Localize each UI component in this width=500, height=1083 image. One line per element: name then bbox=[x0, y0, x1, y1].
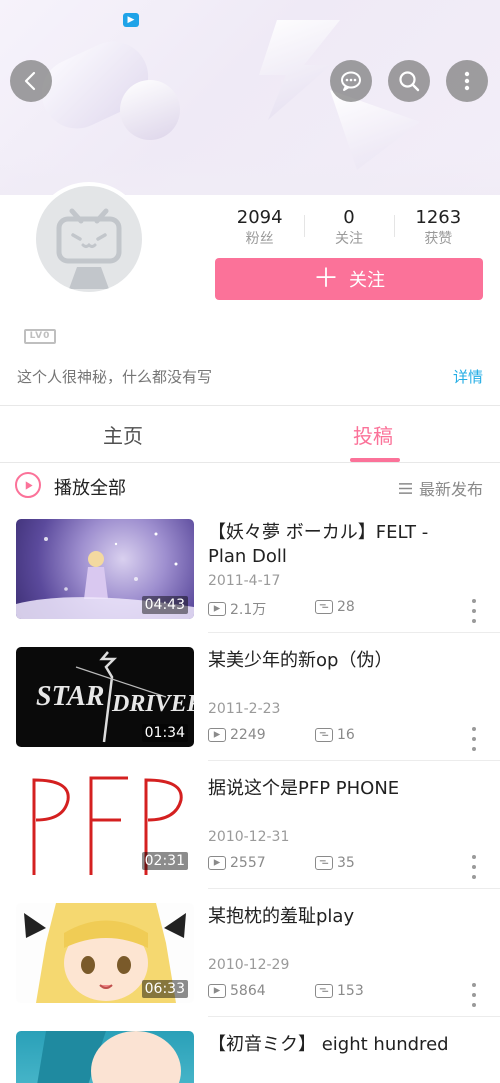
danmaku-count: 16 bbox=[337, 727, 355, 743]
video-thumbnail[interactable]: 04:43 bbox=[16, 519, 194, 619]
video-danmaku: 16 bbox=[315, 727, 355, 743]
danmaku-icon bbox=[315, 728, 333, 742]
video-thumbnail[interactable]: STAR DRIVER 01:34 bbox=[16, 647, 194, 747]
more-options-icon[interactable] bbox=[468, 855, 480, 879]
play-count: 2249 bbox=[230, 727, 266, 743]
video-thumbnail[interactable] bbox=[16, 1031, 194, 1083]
video-date: 2011-2-23 bbox=[208, 701, 281, 717]
danmaku-icon bbox=[315, 600, 333, 614]
danmaku-icon bbox=[315, 984, 333, 998]
video-title[interactable]: 某美少年的新op（伪） bbox=[208, 649, 470, 673]
signature-text: 这个人很神秘，什么都没有写 bbox=[17, 368, 213, 386]
video-item[interactable]: 06:33 某抱枕的羞耻play 2010-12-29 5864 153 bbox=[0, 903, 500, 1031]
more-button[interactable] bbox=[446, 60, 488, 102]
video-duration: 01:34 bbox=[141, 724, 188, 742]
danmaku-count: 35 bbox=[337, 855, 355, 871]
video-title[interactable]: 据说这个是PFP PHONE bbox=[208, 777, 470, 801]
video-item[interactable]: 04:43 【妖々夢 ボーカル】FELT - Plan Doll 2011-4-… bbox=[0, 519, 500, 647]
video-plays: 2557 bbox=[208, 855, 266, 871]
play-count-icon bbox=[208, 856, 226, 870]
video-duration: 06:33 bbox=[141, 980, 188, 998]
tab-home[interactable]: 主页 bbox=[103, 420, 143, 449]
play-count: 2557 bbox=[230, 855, 266, 871]
video-danmaku: 28 bbox=[315, 599, 355, 615]
play-count: 5864 bbox=[230, 983, 266, 999]
more-vertical-icon bbox=[464, 71, 470, 91]
profile-stats: 2094 粉丝 0 关注 1263 获赞 bbox=[215, 207, 483, 251]
stat-likes: 1263 获赞 bbox=[393, 207, 483, 251]
video-item[interactable]: 02:31 据说这个是PFP PHONE 2010-12-31 2557 35 bbox=[0, 775, 500, 903]
video-plays: 2249 bbox=[208, 727, 266, 743]
list-icon bbox=[398, 482, 412, 494]
detail-link[interactable]: 详情 bbox=[453, 366, 483, 387]
video-duration: 04:43 bbox=[141, 596, 188, 614]
stat-fans[interactable]: 2094 粉丝 bbox=[215, 207, 304, 251]
banner-decoration bbox=[120, 80, 180, 140]
sort-label: 最新发布 bbox=[418, 480, 483, 499]
danmaku-icon bbox=[315, 856, 333, 870]
stat-following[interactable]: 0 关注 bbox=[304, 207, 393, 251]
plus-icon: ＋ bbox=[312, 264, 339, 294]
lightning-bolt-decoration bbox=[259, 20, 340, 120]
stat-number: 1263 bbox=[415, 207, 462, 228]
video-plays: 2.1万 bbox=[208, 599, 266, 619]
more-options-icon[interactable] bbox=[468, 983, 480, 1007]
chat-bubble-icon bbox=[341, 71, 361, 91]
more-options-icon[interactable] bbox=[468, 727, 480, 751]
more-options-icon[interactable] bbox=[468, 599, 480, 623]
play-all-icon[interactable] bbox=[15, 472, 41, 498]
video-title[interactable]: 【妖々夢 ボーカル】FELT - Plan Doll bbox=[208, 521, 470, 569]
item-divider bbox=[208, 760, 500, 761]
video-plays: 5864 bbox=[208, 983, 266, 999]
video-thumbnail[interactable]: 02:31 bbox=[16, 775, 194, 875]
video-thumbnail[interactable]: 06:33 bbox=[16, 903, 194, 1003]
video-title[interactable]: 某抱枕的羞耻play bbox=[208, 905, 470, 929]
svg-text:DRIVER: DRIVER bbox=[111, 691, 194, 717]
avatar[interactable] bbox=[32, 182, 146, 296]
header-banner bbox=[0, 0, 500, 195]
video-duration: 02:31 bbox=[141, 852, 188, 870]
back-arrow-icon bbox=[24, 71, 36, 91]
video-date: 2010-12-29 bbox=[208, 957, 290, 973]
message-button[interactable] bbox=[330, 60, 372, 102]
search-icon bbox=[399, 71, 420, 92]
video-danmaku: 35 bbox=[315, 855, 355, 871]
stat-label: 获赞 bbox=[424, 231, 453, 247]
tv-badge-icon: ▶ bbox=[123, 13, 139, 27]
level-badge: LV0 bbox=[24, 329, 56, 344]
item-divider bbox=[208, 632, 500, 633]
search-button[interactable] bbox=[388, 60, 430, 102]
video-danmaku: 153 bbox=[315, 983, 364, 999]
video-item[interactable]: 【初音ミク】 eight hundred bbox=[0, 1031, 500, 1083]
stat-label: 关注 bbox=[334, 231, 363, 247]
video-date: 2010-12-31 bbox=[208, 829, 290, 845]
stat-number: 2094 bbox=[236, 207, 283, 228]
default-avatar-tv-icon bbox=[56, 208, 122, 289]
play-count: 2.1万 bbox=[230, 602, 267, 618]
play-count-icon bbox=[208, 984, 226, 998]
danmaku-count: 28 bbox=[337, 599, 355, 615]
tab-divider bbox=[0, 462, 500, 463]
danmaku-count: 153 bbox=[337, 983, 364, 999]
tab-posts[interactable]: 投稿 bbox=[353, 420, 393, 449]
play-all-button[interactable]: 播放全部 bbox=[54, 474, 126, 500]
play-count-icon bbox=[208, 602, 226, 616]
back-button[interactable] bbox=[10, 60, 52, 102]
sort-button[interactable]: 最新发布 bbox=[398, 476, 483, 500]
stat-number: 0 bbox=[343, 207, 355, 228]
thumbnail-art bbox=[37, 1031, 181, 1083]
follow-label: 关注 bbox=[349, 270, 385, 291]
video-item[interactable]: STAR DRIVER 01:34 某美少年的新op（伪） 2011-2-23 … bbox=[0, 647, 500, 775]
video-title[interactable]: 【初音ミク】 eight hundred bbox=[208, 1033, 470, 1057]
svg-text:STAR: STAR bbox=[36, 681, 104, 712]
item-divider bbox=[208, 1016, 500, 1017]
video-date: 2011-4-17 bbox=[208, 573, 281, 589]
section-divider bbox=[0, 405, 500, 406]
follow-button[interactable]: ＋ 关注 bbox=[215, 258, 483, 300]
stat-label: 粉丝 bbox=[245, 231, 274, 247]
play-count-icon bbox=[208, 728, 226, 742]
item-divider bbox=[208, 888, 500, 889]
